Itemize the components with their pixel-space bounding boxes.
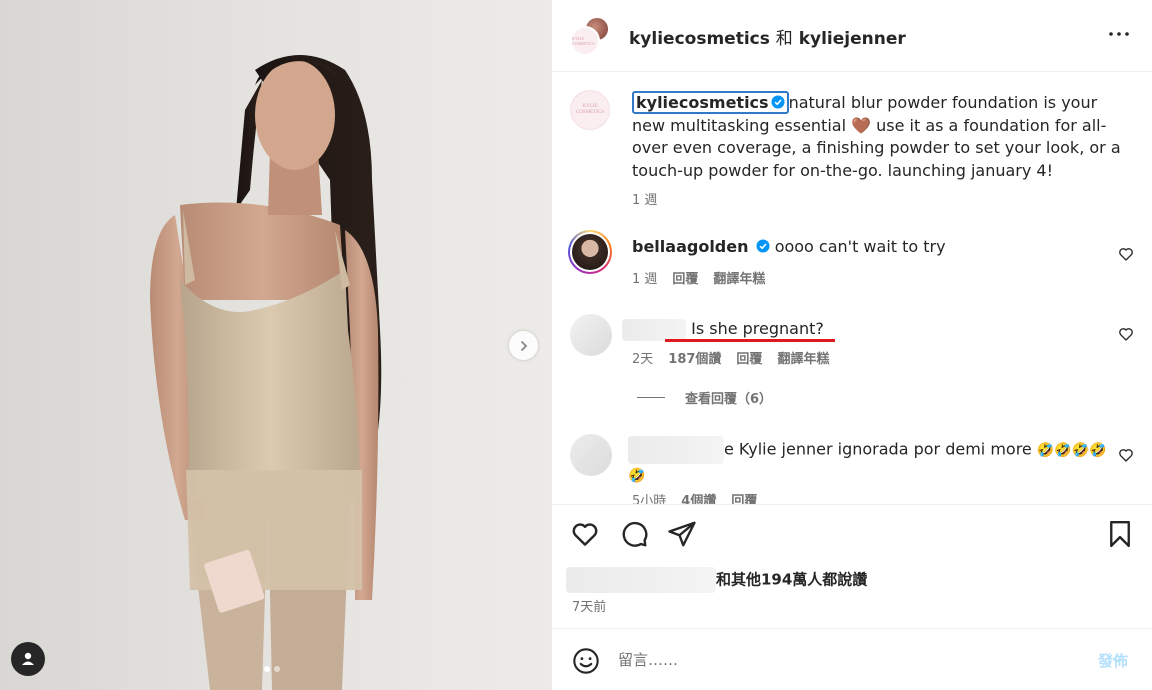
avatar-kyliecosmetics: KYLIE COSMETICS [570,26,600,56]
more-options-icon [1109,32,1129,36]
verified-badge-icon [771,95,785,109]
avatar-logo-text: KYLIE COSMETICS [572,36,595,46]
caption-timestamp[interactable]: 1 週 [632,189,657,208]
comment-avatar[interactable] [568,230,612,274]
post-image-figure [150,55,382,690]
comment-username[interactable]: bellaagolden [632,237,749,256]
comments-section[interactable]: KYLIE COSMETICS kyliecosmetics natural bl… [552,72,1152,504]
comment-like-icon[interactable] [1118,246,1134,262]
verified-badge-icon [756,239,770,253]
chevron-right-icon [520,340,527,351]
comment-meta: 2天 187個讚 回覆 翻譯年糕 [632,348,829,367]
caption-avatar-logo-text: KYLIE COSMETICS [575,104,605,115]
comment-emoji-wrap: 🤣 [628,468,646,484]
comment-text: e Kylie jenner ignorada por demi more [724,439,1032,459]
account-link-primary[interactable]: kyliecosmetics [629,29,770,49]
comment-meta: 1 週 回覆 翻譯年糕 [632,268,765,287]
translate-button[interactable]: 翻譯年糕 [713,268,765,287]
caption-avatar[interactable]: KYLIE COSMETICS [570,90,610,130]
translate-button[interactable]: 翻譯年糕 [777,348,829,367]
post-photo[interactable] [0,0,552,690]
post-header: KYLIE COSMETICS kyliecosmetics 和 kylieje… [552,0,1152,72]
comment-time[interactable]: 1 週 [632,268,657,287]
comment-emojis: 🤣🤣🤣🤣 [1036,442,1107,459]
likes-summary-text: 和其他194萬人都說讚 [716,570,868,589]
more-options-button[interactable] [1107,22,1131,46]
comment-text: oooo can't wait to try [774,237,946,256]
highlight-underline [665,339,835,342]
bookmark-icon[interactable] [1105,519,1135,549]
post-caption: kyliecosmetics natural blur powder founda… [632,91,1132,182]
paper-plane-icon[interactable] [667,519,697,549]
comment-time[interactable]: 2天 [632,348,653,367]
carousel-indicator [264,666,280,672]
post-timestamp[interactable]: 7天前 [572,596,606,615]
emoji-icon[interactable] [572,647,600,675]
heart-icon[interactable] [570,519,600,549]
user-tag-button[interactable] [11,642,45,676]
carousel-next-button[interactable] [509,331,538,360]
caption-username: kyliecosmetics [636,93,769,112]
comment-input[interactable] [618,645,1078,675]
redacted-username [622,318,686,341]
comment-text: Is she pregnant? [691,319,824,338]
redacted-username [628,436,724,464]
carousel-dot [274,666,280,672]
comment-avatar-redacted[interactable] [570,434,612,476]
comment-likes[interactable]: 187個讚 [668,348,721,367]
caption-username-link[interactable]: kyliecosmetics [632,91,789,114]
redacted-liker [566,567,716,593]
comment-time[interactable]: 5小時 [632,490,666,504]
reply-button[interactable]: 回覆 [736,348,762,367]
collab-joiner: 和 [775,29,793,49]
comment-icon[interactable] [619,519,649,549]
replies-divider [637,397,665,398]
comment-meta: 5小時 4個讚 回覆 [632,490,757,504]
post-details-panel: KYLIE COSMETICS kyliecosmetics 和 kylieje… [552,0,1152,690]
post-actions: 和其他194萬人都說讚 7天前 [552,504,1152,628]
carousel-dot-active [264,666,270,672]
view-replies-label: 查看回覆（6） [685,392,773,407]
comment-like-icon[interactable] [1118,326,1134,342]
post-comment-button[interactable]: 發佈 [1098,650,1128,671]
view-replies-button[interactable]: 查看回覆（6） [637,388,772,407]
reply-button[interactable]: 回覆 [731,490,757,504]
collab-avatars[interactable]: KYLIE COSMETICS [570,16,612,58]
reply-button[interactable]: 回覆 [672,268,698,287]
comment-like-icon[interactable] [1118,447,1134,463]
post-owners: kyliecosmetics 和 kyliejenner [629,24,906,49]
comment-likes[interactable]: 4個讚 [681,490,716,504]
user-tag-icon [22,652,34,665]
account-link-secondary[interactable]: kyliejenner [799,29,906,49]
comment-avatar-redacted[interactable] [570,314,612,356]
comment-body: Is she pregnant? [622,318,1082,341]
comment-body: bellaagolden oooo can't wait to try [632,236,1092,258]
comment-body: e Kylie jenner ignorada por demi more 🤣🤣… [628,436,1108,487]
likes-summary[interactable]: 和其他194萬人都說讚 [566,567,867,593]
comment-composer: 發佈 [552,628,1152,690]
